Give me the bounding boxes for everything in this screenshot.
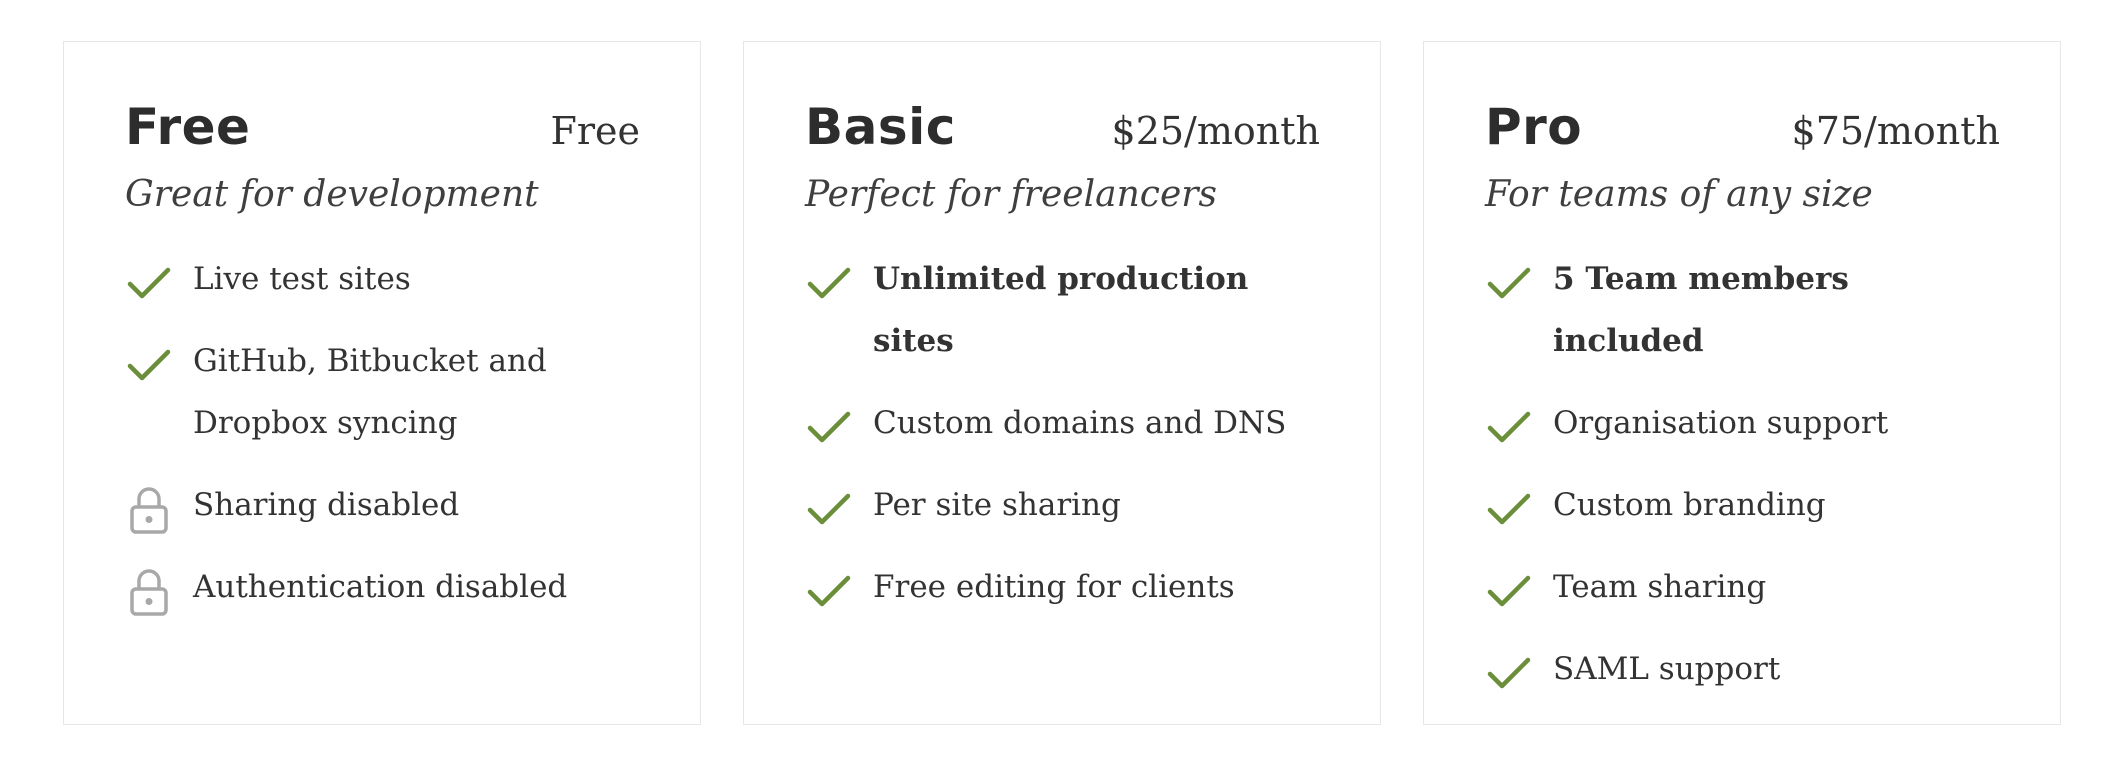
feature-list: Live test sites GitHub, Bitbucket and Dro…	[125, 248, 640, 618]
check-icon	[125, 342, 173, 390]
feature-label: Free editing for clients	[873, 569, 1235, 605]
plan-tagline: Perfect for freelancers	[805, 174, 1217, 215]
plan-price: Free	[550, 109, 640, 153]
check-icon	[805, 486, 853, 534]
plan-tagline: For teams of any size	[1485, 174, 1873, 215]
feature-label: Live test sites	[193, 261, 411, 297]
plan-card-pro: Pro $75/month For teams of any size 5 Te…	[1423, 41, 2061, 725]
feature-list: Unlimited production sites Custom domains…	[805, 248, 1320, 618]
feature-label: Team sharing	[1553, 569, 1767, 605]
check-icon	[1485, 260, 1533, 308]
lock-icon	[125, 568, 173, 616]
plan-name: Pro	[1485, 98, 1583, 156]
feature-item: 5 Team members included	[1485, 248, 2000, 372]
pricing-plans: Free Free Great for development Live tes…	[63, 41, 2061, 725]
check-icon	[1485, 486, 1533, 534]
plan-header: Basic $25/month	[805, 98, 1320, 162]
feature-list: 5 Team members included Organisation supp…	[1485, 248, 2000, 700]
feature-label: Organisation support	[1553, 405, 1889, 441]
feature-label: 5 Team members included	[1553, 261, 1849, 359]
feature-item: Custom domains and DNS	[805, 392, 1320, 454]
plan-header: Free Free	[125, 98, 640, 162]
feature-label: Custom branding	[1553, 487, 1826, 523]
feature-label: Sharing disabled	[193, 487, 460, 523]
plan-header: Pro $75/month	[1485, 98, 2000, 162]
plan-price: $75/month	[1791, 109, 2000, 153]
check-icon	[1485, 404, 1533, 452]
feature-item: Team sharing	[1485, 556, 2000, 618]
feature-item: Live test sites	[125, 248, 640, 310]
feature-item: Free editing for clients	[805, 556, 1320, 618]
feature-item: SAML support	[1485, 638, 2000, 700]
feature-label: Per site sharing	[873, 487, 1121, 523]
feature-item: GitHub, Bitbucket and Dropbox syncing	[125, 330, 640, 454]
feature-item: Custom branding	[1485, 474, 2000, 536]
check-icon	[805, 404, 853, 452]
plan-name: Free	[125, 98, 251, 156]
check-icon	[805, 568, 853, 616]
feature-item: Authentication disabled	[125, 556, 640, 618]
feature-item: Per site sharing	[805, 474, 1320, 536]
feature-label: GitHub, Bitbucket and Dropbox syncing	[193, 343, 547, 441]
plan-card-basic: Basic $25/month Perfect for freelancers …	[743, 41, 1381, 725]
plan-tagline: Great for development	[125, 174, 539, 215]
check-icon	[1485, 568, 1533, 616]
plan-card-free: Free Free Great for development Live tes…	[63, 41, 701, 725]
feature-label: Authentication disabled	[193, 569, 568, 605]
feature-item: Organisation support	[1485, 392, 2000, 454]
check-icon	[1485, 650, 1533, 698]
feature-label: SAML support	[1553, 651, 1781, 687]
feature-label: Custom domains and DNS	[873, 405, 1287, 441]
plan-price: $25/month	[1111, 109, 1320, 153]
check-icon	[805, 260, 853, 308]
plan-name: Basic	[805, 98, 956, 156]
check-icon	[125, 260, 173, 308]
lock-icon	[125, 486, 173, 534]
feature-label: Unlimited production sites	[873, 261, 1249, 359]
feature-item: Sharing disabled	[125, 474, 640, 536]
feature-item: Unlimited production sites	[805, 248, 1320, 372]
